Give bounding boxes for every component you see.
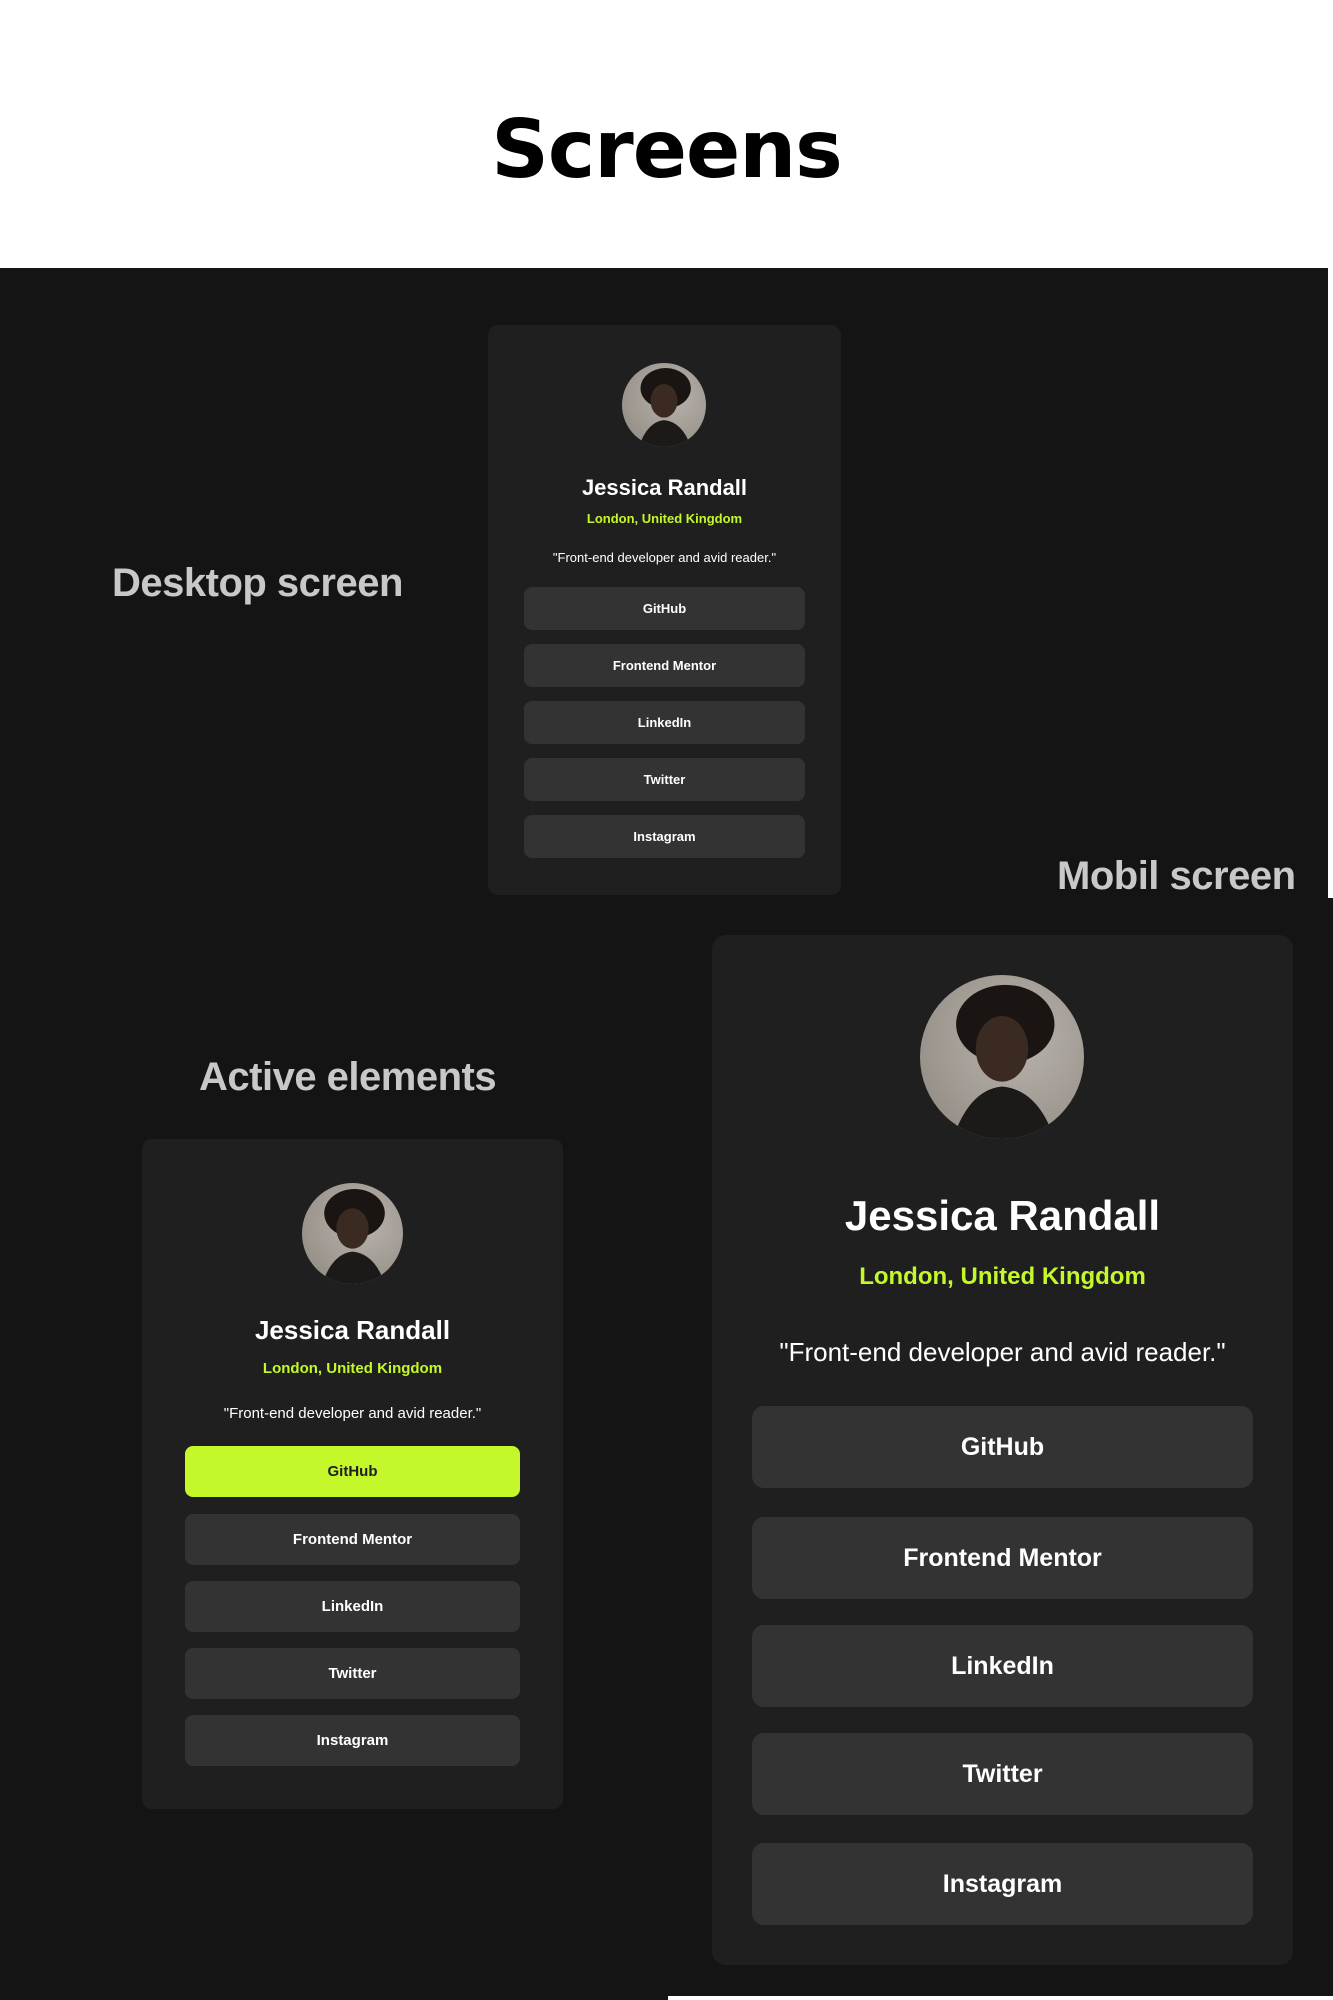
active-elements-label: Active elements	[199, 1055, 497, 1099]
link-instagram[interactable]: Instagram	[752, 1843, 1253, 1925]
profile-photo-avatar	[302, 1183, 403, 1284]
page-title: Screens	[491, 103, 843, 196]
profile-location: London, United Kingdom	[859, 1263, 1146, 1290]
link-instagram[interactable]: Instagram	[185, 1715, 520, 1766]
profile-name: Jessica Randall	[254, 1315, 451, 1345]
profile-name: Jessica Randall	[581, 475, 748, 500]
profile-card-desktop: Jessica Randall London, United Kingdom "…	[488, 325, 841, 895]
profile-card-active: Jessica Randall London, United Kingdom "…	[142, 1139, 563, 1809]
link-frontend-mentor[interactable]: Frontend Mentor	[752, 1517, 1253, 1599]
link-twitter[interactable]: Twitter	[185, 1648, 520, 1699]
link-twitter[interactable]: Twitter	[524, 758, 805, 801]
profile-photo-avatar	[622, 363, 706, 447]
link-github[interactable]: GitHub	[752, 1406, 1253, 1488]
link-linkedin[interactable]: LinkedIn	[752, 1625, 1253, 1707]
profile-location: London, United Kingdom	[586, 511, 743, 526]
frame-edge-bottom	[668, 1996, 1333, 2000]
link-github-active[interactable]: GitHub	[185, 1446, 520, 1497]
profile-bio: "Front-end developer and avid reader."	[779, 1337, 1226, 1367]
link-linkedin[interactable]: LinkedIn	[185, 1581, 520, 1632]
link-github[interactable]: GitHub	[524, 587, 805, 630]
profile-photo-avatar	[920, 975, 1084, 1139]
profile-bio: "Front-end developer and avid reader."	[223, 1405, 482, 1422]
frame-edge	[1328, 268, 1333, 898]
link-frontend-mentor[interactable]: Frontend Mentor	[524, 644, 805, 687]
profile-photo-icon	[638, 368, 691, 447]
profile-location: London, United Kingdom	[262, 1360, 443, 1377]
link-frontend-mentor[interactable]: Frontend Mentor	[185, 1514, 520, 1565]
profile-bio: "Front-end developer and avid reader."	[552, 550, 777, 565]
mobile-screen-label: Mobil screen	[1057, 854, 1296, 898]
link-instagram[interactable]: Instagram	[524, 815, 805, 858]
profile-name: Jessica Randall	[844, 1192, 1161, 1239]
link-twitter[interactable]: Twitter	[752, 1733, 1253, 1815]
link-linkedin[interactable]: LinkedIn	[524, 701, 805, 744]
profile-photo-icon	[322, 1189, 385, 1284]
profile-card-mobile: Jessica Randall London, United Kingdom "…	[712, 935, 1293, 1965]
desktop-screen-label: Desktop screen	[112, 561, 403, 605]
profile-photo-icon	[952, 984, 1055, 1139]
